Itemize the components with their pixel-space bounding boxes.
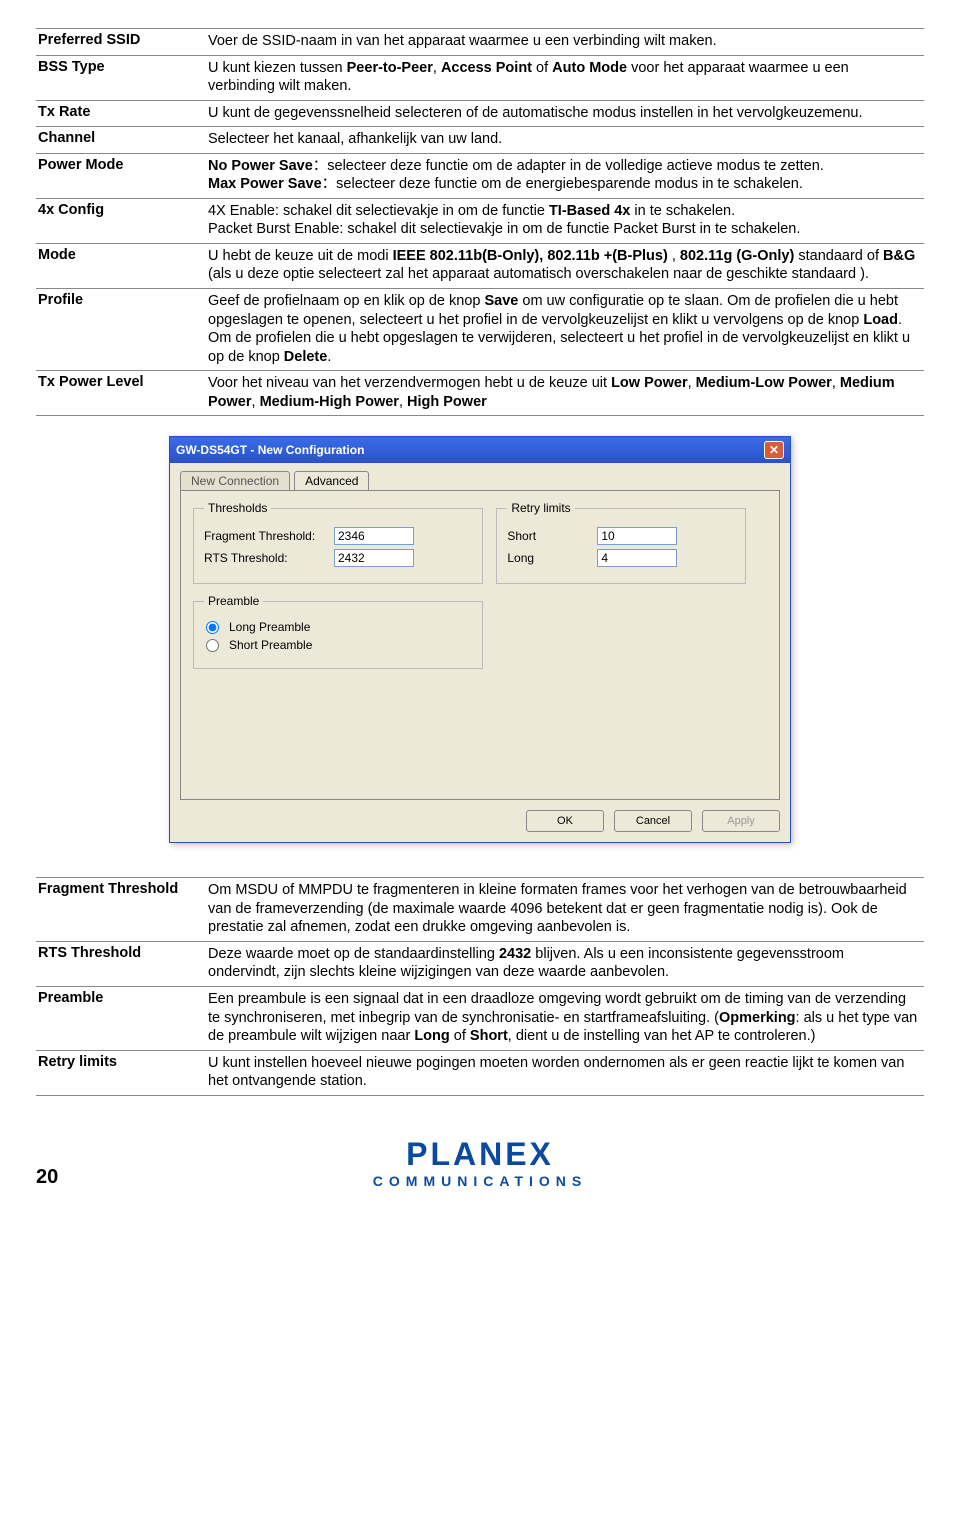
- term-description: Selecteer het kanaal, afhankelijk van uw…: [206, 127, 924, 154]
- term-description: No Power Save：selecteer deze functie om …: [206, 153, 924, 198]
- term-label: 4x Config: [36, 198, 206, 243]
- term-description: U kunt instellen hoeveel nieuwe pogingen…: [206, 1050, 924, 1095]
- fragment-threshold-label: Fragment Threshold:: [204, 529, 334, 543]
- tab-new-connection[interactable]: New Connection: [180, 471, 290, 490]
- term-label: Tx Rate: [36, 100, 206, 127]
- short-preamble-radio[interactable]: [206, 639, 219, 652]
- term-label: Preferred SSID: [36, 29, 206, 56]
- term-description: Voor het niveau van het verzendvermogen …: [206, 371, 924, 416]
- window-title: GW-DS54GT - New Configuration: [176, 443, 364, 457]
- fragment-threshold-input[interactable]: [334, 527, 414, 545]
- ok-button[interactable]: OK: [526, 810, 604, 832]
- rts-threshold-input[interactable]: [334, 549, 414, 567]
- term-description: 4X Enable: schakel dit selectievakje in …: [206, 198, 924, 243]
- rts-threshold-label: RTS Threshold:: [204, 551, 334, 565]
- preamble-fieldset: Preamble Long Preamble Short Preamble: [193, 594, 483, 669]
- retry-limits-fieldset: Retry limits Short Long: [496, 501, 746, 584]
- logo-text-top: PLANEX: [86, 1136, 874, 1173]
- thresholds-legend: Thresholds: [204, 501, 271, 515]
- term-label: Power Mode: [36, 153, 206, 198]
- term-description: Om MSDU of MMPDU te fragmenteren in klei…: [206, 878, 924, 942]
- term-label: Profile: [36, 289, 206, 371]
- apply-button[interactable]: Apply: [702, 810, 780, 832]
- term-description: Deze waarde moet op de standaardinstelli…: [206, 941, 924, 986]
- short-preamble-label: Short Preamble: [229, 638, 312, 652]
- description-table-2: Fragment ThresholdOm MSDU of MMPDU te fr…: [36, 877, 924, 1095]
- term-label: Fragment Threshold: [36, 878, 206, 942]
- term-label: Mode: [36, 243, 206, 288]
- planex-logo: PLANEX COMMUNICATIONS: [86, 1136, 874, 1189]
- retry-short-label: Short: [507, 529, 567, 543]
- tab-strip: New Connection Advanced: [170, 463, 790, 490]
- term-label: BSS Type: [36, 55, 206, 100]
- term-description: Geef de profielnaam op en klik op de kno…: [206, 289, 924, 371]
- description-table-1: Preferred SSIDVoer de SSID-naam in van h…: [36, 28, 924, 416]
- cancel-button[interactable]: Cancel: [614, 810, 692, 832]
- page-number: 20: [36, 1166, 86, 1189]
- term-description: Een preambule is een signaal dat in een …: [206, 987, 924, 1051]
- term-description: U kunt de gegevenssnelheid selecteren of…: [206, 100, 924, 127]
- tab-advanced[interactable]: Advanced: [294, 471, 369, 490]
- logo-text-sub: COMMUNICATIONS: [86, 1173, 874, 1189]
- term-label: Retry limits: [36, 1050, 206, 1095]
- term-label: Tx Power Level: [36, 371, 206, 416]
- tab-panel-advanced: Thresholds Fragment Threshold: RTS Thres…: [180, 490, 780, 800]
- thresholds-fieldset: Thresholds Fragment Threshold: RTS Thres…: [193, 501, 483, 584]
- page-footer: 20 PLANEX COMMUNICATIONS: [36, 1136, 924, 1189]
- long-preamble-radio[interactable]: [206, 621, 219, 634]
- config-window: GW-DS54GT - New Configuration ✕ New Conn…: [169, 436, 791, 843]
- button-bar: OK Cancel Apply: [170, 800, 790, 842]
- retry-short-input[interactable]: [597, 527, 677, 545]
- retry-long-input[interactable]: [597, 549, 677, 567]
- close-icon[interactable]: ✕: [764, 441, 784, 459]
- window-titlebar: GW-DS54GT - New Configuration ✕: [170, 437, 790, 463]
- term-label: RTS Threshold: [36, 941, 206, 986]
- retry-legend: Retry limits: [507, 501, 574, 515]
- term-label: Channel: [36, 127, 206, 154]
- term-description: U kunt kiezen tussen Peer-to-Peer, Acces…: [206, 55, 924, 100]
- preamble-legend: Preamble: [204, 594, 263, 608]
- retry-long-label: Long: [507, 551, 567, 565]
- term-label: Preamble: [36, 987, 206, 1051]
- term-description: U hebt de keuze uit de modi IEEE 802.11b…: [206, 243, 924, 288]
- long-preamble-label: Long Preamble: [229, 620, 310, 634]
- term-description: Voer de SSID-naam in van het apparaat wa…: [206, 29, 924, 56]
